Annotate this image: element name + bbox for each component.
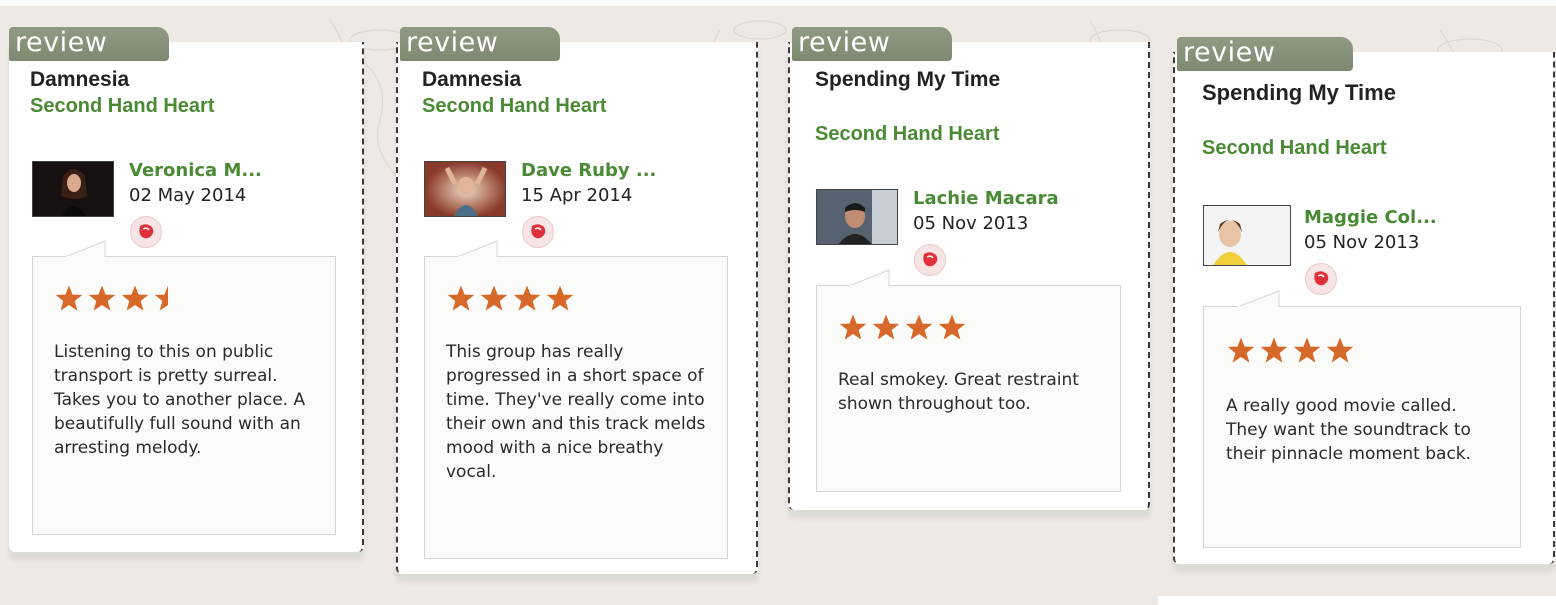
star-rating: [1226, 336, 1355, 366]
star-icon: [1293, 337, 1321, 363]
artist-name[interactable]: Second Hand Heart: [815, 123, 999, 146]
star-rating: [838, 313, 967, 343]
reviewer-name[interactable]: Maggie Col...: [1304, 207, 1437, 228]
star-rating: [54, 284, 183, 314]
review-text: Real smokey. Great restraint shown throu…: [838, 370, 1079, 414]
review-tag: review: [1177, 37, 1353, 71]
star-icon: [480, 285, 508, 311]
song-title[interactable]: Spending My Time: [1202, 78, 1402, 108]
star-icon: [938, 314, 966, 340]
review-tag: review: [400, 27, 560, 61]
review-date: 05 Nov 2013: [1304, 232, 1420, 253]
review-tag: review: [792, 27, 952, 61]
star-icon: [447, 285, 475, 311]
star-icon: [1227, 337, 1255, 363]
bottom-white-strip: [1158, 596, 1556, 605]
reviewer-badge-icon: [1305, 263, 1337, 295]
song-title[interactable]: Damnesia: [30, 66, 330, 94]
review-text: This group has really progressed in a sh…: [446, 342, 706, 482]
artist-name[interactable]: Second Hand Heart: [30, 95, 214, 118]
artist-name[interactable]: Second Hand Heart: [1202, 137, 1386, 160]
star-rating: [446, 284, 575, 314]
star-icon: [55, 285, 83, 311]
artist-name[interactable]: Second Hand Heart: [422, 95, 606, 118]
bubble-tail-icon: [65, 240, 106, 258]
song-title[interactable]: Damnesia: [422, 66, 722, 94]
top-white-strip: [0, 0, 1556, 6]
star-icon: [1260, 337, 1288, 363]
review-date: 15 Apr 2014: [521, 185, 633, 206]
bubble-tail-icon: [457, 240, 498, 258]
reviewer-name[interactable]: Lachie Macara: [913, 188, 1059, 209]
bubble-tail-icon: [849, 269, 890, 287]
reviewer-badge-icon: [130, 216, 162, 248]
reviewer-name[interactable]: Dave Ruby ...: [521, 160, 656, 181]
star-icon: [905, 314, 933, 340]
review-text: Listening to this on public transport is…: [54, 342, 306, 458]
song-title[interactable]: Spending My Time: [815, 66, 1015, 94]
reviewer-name[interactable]: Veronica M...: [129, 160, 262, 181]
avatar[interactable]: [816, 189, 898, 245]
avatar[interactable]: [32, 161, 114, 217]
star-icon: [121, 285, 149, 311]
avatar[interactable]: [424, 161, 506, 217]
avatar[interactable]: [1203, 205, 1291, 266]
star-icon: [839, 314, 867, 340]
star-icon: [88, 285, 116, 311]
review-date: 05 Nov 2013: [913, 213, 1029, 234]
review-tag: review: [9, 27, 169, 61]
star-half-icon: [154, 285, 168, 311]
reviewer-badge-icon: [522, 216, 554, 248]
star-icon: [1326, 337, 1354, 363]
review-text: A really good movie called. They want th…: [1226, 396, 1472, 464]
star-icon: [546, 285, 574, 311]
review-date: 02 May 2014: [129, 185, 247, 206]
star-icon: [872, 314, 900, 340]
reviewer-badge-icon: [914, 244, 946, 276]
bubble-tail-icon: [1237, 290, 1280, 308]
star-icon: [513, 285, 541, 311]
